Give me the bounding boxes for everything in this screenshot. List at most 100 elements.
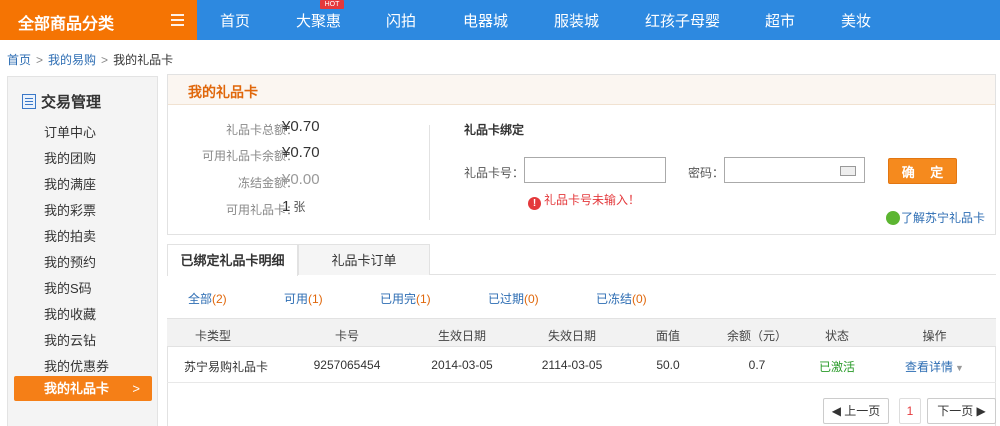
- filter-count: (1): [416, 292, 431, 306]
- sidebar-item-manzuo[interactable]: 我的满座: [44, 174, 96, 193]
- filter-expired[interactable]: 已过期(0): [488, 290, 539, 307]
- prev-page-label: 上一页: [844, 404, 881, 418]
- breadcrumb-separator: >: [36, 53, 44, 67]
- filter-label: 已冻结: [596, 292, 633, 306]
- prev-arrow-icon: ◀: [831, 404, 845, 418]
- tab-card-orders[interactable]: 礼品卡订单: [298, 244, 430, 275]
- breadcrumb-home[interactable]: 首页: [7, 53, 31, 67]
- panel-title: 我的礼品卡: [188, 84, 258, 100]
- sidebar-item-cloud-diamond[interactable]: 我的云钻: [44, 330, 96, 349]
- error-message: ! 礼品卡号未输入！: [528, 191, 640, 210]
- nav-item-flash-sale[interactable]: 闪拍: [386, 10, 416, 31]
- sidebar-item-gift-cards-label: 我的礼品卡: [44, 381, 110, 396]
- learn-more-link[interactable]: 了解苏宁礼品卡: [886, 209, 985, 226]
- available-balance-value: ¥0.70: [282, 144, 320, 161]
- header-end-date: 失效日期: [547, 329, 596, 343]
- view-details-link[interactable]: 查看详情 ▼: [892, 358, 977, 375]
- chevron-down-icon: ▼: [955, 363, 964, 373]
- card-number-input[interactable]: [524, 157, 666, 183]
- panel-header: 我的礼品卡: [168, 75, 995, 105]
- tabs: 已绑定礼品卡明细 礼品卡订单: [167, 244, 996, 276]
- sidebar-item-s-code[interactable]: 我的S码: [44, 278, 92, 297]
- document-icon: [22, 94, 36, 109]
- total-amount-value: ¥0.70: [282, 118, 320, 135]
- tab-bound-cards[interactable]: 已绑定礼品卡明细: [167, 244, 298, 276]
- view-details-label: 查看详情: [905, 360, 954, 374]
- filter-frozen[interactable]: 已冻结(0): [596, 290, 647, 307]
- cell-card-number: 9257065454: [313, 358, 381, 372]
- filter-all[interactable]: 全部(2): [188, 290, 227, 307]
- sidebar-title-label: 交易管理: [41, 94, 102, 111]
- available-cards-value: 1张: [282, 198, 305, 215]
- filter-label: 已用完: [380, 292, 417, 306]
- sidebar: 交易管理 订单中心 我的团购 我的满座 我的彩票 我的拍卖 我的预约 我的S码 …: [7, 76, 158, 426]
- header-status: 状态: [824, 329, 849, 343]
- chevron-right-icon: >: [132, 381, 140, 396]
- header-action: 操作: [922, 329, 947, 343]
- bind-title: 礼品卡绑定: [464, 123, 525, 137]
- available-cards-unit: 张: [293, 200, 306, 214]
- keyboard-icon[interactable]: [840, 166, 856, 176]
- sidebar-item-reservations[interactable]: 我的预约: [44, 252, 96, 271]
- breadcrumb-my-suning[interactable]: 我的易购: [48, 53, 96, 67]
- filter-count: (2): [212, 292, 227, 306]
- nav-item-home[interactable]: 首页: [220, 10, 250, 31]
- all-categories-button[interactable]: 全部商品分类: [0, 0, 197, 40]
- sidebar-item-favorites[interactable]: 我的收藏: [44, 304, 96, 323]
- sidebar-item-orders[interactable]: 订单中心: [44, 122, 96, 141]
- status-badge: 已激活: [818, 360, 855, 374]
- filter-count: (1): [308, 292, 323, 306]
- cell-end-date: 2114-03-05: [541, 358, 603, 372]
- nav-item-apparel[interactable]: 服装城: [554, 10, 599, 31]
- header-face-value: 面值: [655, 329, 680, 343]
- filter-used-up[interactable]: 已用完(1): [380, 290, 431, 307]
- header-card-number: 卡号: [334, 329, 359, 343]
- breadcrumb-separator: >: [101, 53, 109, 67]
- nav-item-beauty[interactable]: 美妆: [841, 10, 871, 31]
- leaf-icon: [886, 211, 900, 225]
- filter-label: 可用: [284, 292, 309, 306]
- available-cards-count: 1: [282, 198, 291, 215]
- header-balance: 余额（元）: [726, 329, 787, 343]
- prev-page-button[interactable]: ◀ 上一页: [823, 398, 889, 424]
- card-number-label: 礼品卡号：: [464, 166, 525, 180]
- filter-count: (0): [524, 292, 539, 306]
- sidebar-item-auction[interactable]: 我的拍卖: [44, 226, 96, 245]
- learn-more-label: 了解苏宁礼品卡: [901, 211, 986, 225]
- gift-card-panel: 我的礼品卡 礼品卡总额： ¥0.70 可用礼品卡余额： ¥0.70 冻结金额： …: [167, 74, 996, 235]
- table-row: 苏宁易购礼品卡 9257065454 2014-03-05 2114-03-05…: [167, 347, 996, 383]
- confirm-button[interactable]: 确 定: [888, 158, 957, 184]
- nav-item-appliances[interactable]: 电器城: [463, 10, 508, 31]
- divider: [429, 125, 430, 220]
- error-text: 礼品卡号未输入！: [544, 193, 641, 207]
- cell-face-value: 50.0: [656, 358, 680, 372]
- breadcrumb-current: 我的礼品卡: [113, 53, 174, 67]
- header-card-type: 卡类型: [194, 329, 231, 343]
- filter-count: (0): [632, 292, 647, 306]
- sidebar-item-group-buy[interactable]: 我的团购: [44, 148, 96, 167]
- nav-item-baby[interactable]: 红孩子母婴: [645, 10, 720, 31]
- list-icon: [171, 14, 184, 26]
- next-page-label: 下一页: [937, 404, 974, 418]
- password-label: 密码：: [688, 166, 725, 180]
- top-nav: 全部商品分类 首页 大聚惠 HOT 闪拍 电器城 服装城 红孩子母婴 超市 美妆: [0, 0, 1000, 40]
- breadcrumb: 首页 > 我的易购 > 我的礼品卡: [7, 51, 173, 67]
- frozen-amount-value: ¥0.00: [282, 171, 320, 188]
- sidebar-item-lottery[interactable]: 我的彩票: [44, 200, 96, 219]
- hot-badge: HOT: [320, 0, 344, 9]
- nav-item-juhui[interactable]: 大聚惠: [296, 10, 341, 31]
- next-arrow-icon: ▶: [973, 404, 986, 418]
- page-number-current[interactable]: 1: [899, 398, 921, 424]
- next-page-button[interactable]: 下一页 ▶: [927, 398, 996, 424]
- all-categories-label: 全部商品分类: [18, 16, 115, 33]
- sidebar-title: 交易管理: [22, 91, 101, 112]
- filter-label: 已过期: [488, 292, 525, 306]
- cell-card-type: 苏宁易购礼品卡: [183, 360, 268, 374]
- filter-available[interactable]: 可用(1): [284, 290, 323, 307]
- cell-balance: 0.7: [748, 358, 766, 372]
- nav-item-supermarket[interactable]: 超市: [765, 10, 795, 31]
- sidebar-item-gift-cards[interactable]: 我的礼品卡 >: [14, 376, 152, 401]
- sidebar-item-coupons[interactable]: 我的优惠券: [44, 356, 109, 375]
- filter-label: 全部: [188, 292, 213, 306]
- header-start-date: 生效日期: [437, 329, 486, 343]
